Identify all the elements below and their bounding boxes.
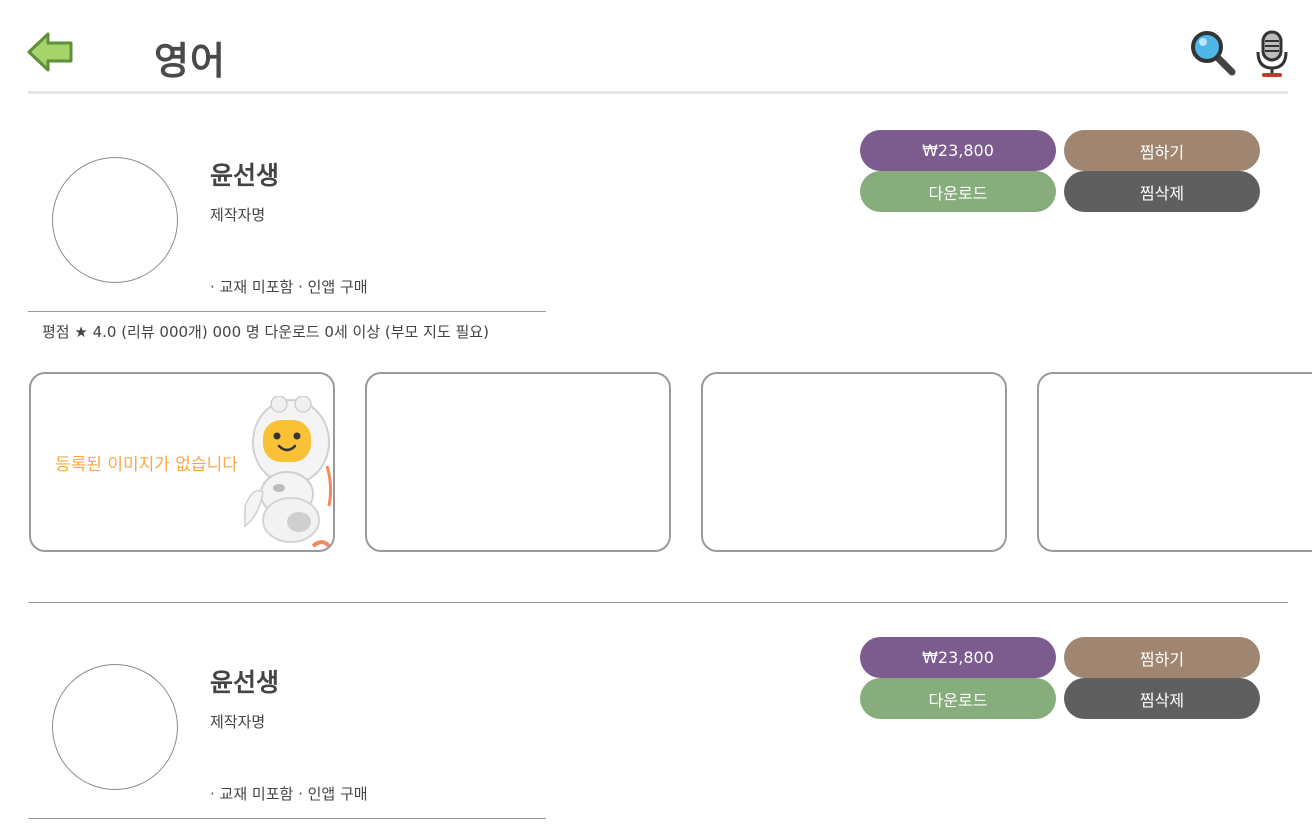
info-underline (28, 311, 546, 312)
product-tags: · 교재 미포함 · 인앱 구매 (210, 785, 368, 803)
download-button[interactable]: 다운로드 (860, 171, 1056, 212)
unwish-button[interactable]: 찜삭제 (1064, 678, 1260, 719)
robot-mascot-icon (244, 396, 333, 550)
header: 영어 (0, 0, 1312, 96)
product-tags: · 교재 미포함 · 인앱 구매 (210, 278, 368, 296)
wish-button[interactable]: 찜하기 (1064, 130, 1260, 171)
download-button[interactable]: 다운로드 (860, 678, 1056, 719)
page-title: 영어 (154, 39, 226, 83)
back-arrow-icon[interactable] (26, 30, 74, 74)
info-underline (28, 818, 546, 819)
maker-name: 제작자명 (210, 713, 266, 731)
microphone-icon[interactable] (1254, 30, 1290, 78)
no-image-text: 등록된 이미지가 없습니다 (55, 455, 238, 475)
product-name: 윤선생 (210, 668, 280, 697)
avatar (52, 157, 178, 283)
screenshot-thumbnail[interactable] (1037, 372, 1312, 552)
section-divider (28, 602, 1288, 603)
unwish-button[interactable]: 찜삭제 (1064, 171, 1260, 212)
rating-info: 평점 ★ 4.0 (리뷰 000개) 000 명 다운로드 0세 이상 (부모 … (42, 323, 489, 341)
price-button[interactable]: ₩23,800 (860, 130, 1056, 171)
price-button[interactable]: ₩23,800 (860, 637, 1056, 678)
avatar (52, 664, 178, 790)
screenshot-thumbnail[interactable] (701, 372, 1007, 552)
screenshot-thumbnail[interactable]: 등록된 이미지가 없습니다 (29, 372, 335, 552)
maker-name: 제작자명 (210, 206, 266, 224)
screenshot-thumbnail[interactable] (365, 372, 671, 552)
search-icon[interactable] (1190, 30, 1236, 76)
header-divider (28, 91, 1288, 94)
product-name: 윤선생 (210, 161, 280, 190)
wish-button[interactable]: 찜하기 (1064, 637, 1260, 678)
